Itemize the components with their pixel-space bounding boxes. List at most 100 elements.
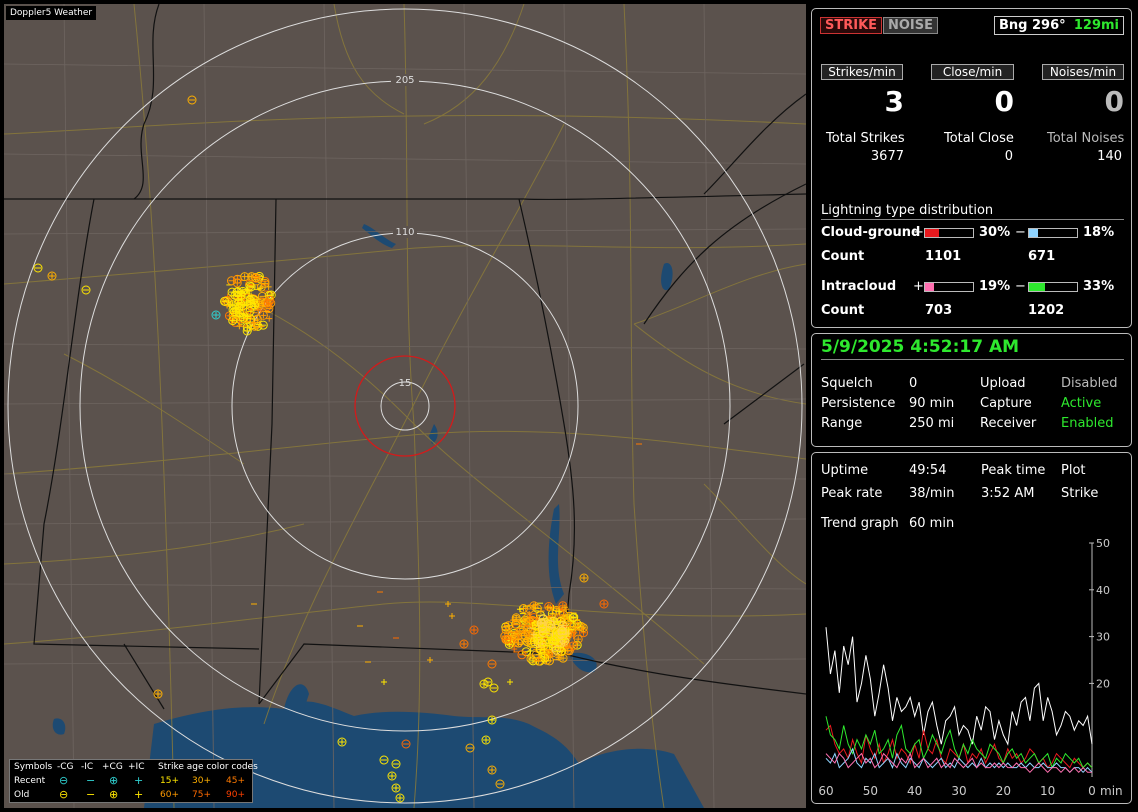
ic-minus-count: 1202 — [1028, 303, 1065, 318]
peak-time-label: Peak time — [981, 463, 1046, 478]
ring-label-15: 15 — [399, 378, 412, 389]
x-tick-label: 10 — [1040, 784, 1055, 798]
cg-plus-count: 1101 — [925, 249, 962, 264]
peak-rate-label: Peak rate — [821, 486, 883, 501]
bearing-value: Bng 296° — [999, 18, 1066, 33]
range-rings — [7, 8, 803, 804]
legend-age-75: 75+ — [192, 790, 211, 800]
noises-per-min-value: 0 — [1104, 85, 1124, 118]
x-tick-label: 40 — [907, 784, 922, 798]
peak-time-value: 3:52 AM — [981, 486, 1035, 501]
map-title: Doppler5 Weather — [6, 6, 97, 20]
x-tick-label: 20 — [996, 784, 1011, 798]
strike-marker — [241, 273, 248, 280]
receiver-value: Enabled — [1061, 416, 1114, 431]
strikes-per-min-button[interactable]: Strikes/min — [821, 64, 903, 80]
ic-plus-bar — [924, 282, 974, 292]
x-tick-label: 0 — [1088, 784, 1096, 798]
ic-plus-percent: 19% — [979, 279, 1011, 294]
strike-marker — [581, 575, 587, 581]
legend-old-neg-cg-icon: ⊖ — [59, 788, 69, 801]
lightning-map[interactable]: 205 110 15 Doppler5 Weather Symbols -CG … — [4, 4, 806, 808]
ic-minus-sign: − — [1015, 279, 1026, 294]
legend-age-45: 45+ — [226, 776, 245, 786]
cg-minus-count: 671 — [1028, 249, 1056, 264]
distribution-title: Lightning type distribution — [821, 203, 994, 218]
status-divider — [821, 359, 1124, 360]
cg-minus-bar — [1028, 228, 1078, 238]
intracloud-label: Intracloud — [821, 279, 897, 294]
strike-marker — [461, 641, 467, 647]
lake-water — [661, 263, 673, 291]
strike-stats-panel: STRIKE NOISE Bng 296° 129mi Strikes/min … — [811, 8, 1132, 328]
status-panel: 5/9/2025 4:52:17 AM Squelch 0 Upload Dis… — [811, 333, 1132, 447]
range-value: 250 mi — [909, 416, 955, 431]
close-per-min-value: 0 — [994, 85, 1014, 118]
distribution-divider — [821, 219, 1124, 220]
legend-row-old: Old — [14, 790, 30, 800]
cg-minus-sign: − — [1015, 225, 1026, 240]
total-noises-value: 140 — [1097, 149, 1122, 164]
total-strikes-value: 3677 — [870, 149, 904, 164]
legend-row-recent: Recent — [14, 776, 46, 786]
legend-header-pos-ic: +IC — [128, 762, 145, 772]
legend-header-neg-cg: -CG — [57, 762, 74, 772]
total-strikes-label: Total Strikes — [826, 131, 905, 146]
ic-minus-bar — [1028, 282, 1078, 292]
y-tick-label: 20 — [1096, 677, 1110, 690]
strike-marker — [515, 640, 522, 647]
cg-plus-sign: + — [913, 225, 924, 240]
capture-label: Capture — [980, 396, 1032, 411]
legend-age-30: 30+ — [192, 776, 211, 786]
squelch-label: Squelch — [821, 376, 873, 391]
total-close-value: 0 — [1004, 149, 1013, 164]
y-tick-label: 40 — [1096, 584, 1110, 597]
receiver-label: Receiver — [980, 416, 1037, 431]
legend-recent-pos-cg-icon: ⊕ — [109, 774, 119, 787]
cloud-ground-label: Cloud-ground — [821, 225, 921, 240]
x-tick-label: 60 — [818, 784, 833, 798]
ring-label-205: 205 — [395, 75, 414, 86]
cg-count-label: Count — [821, 249, 865, 264]
trend-graph-value: 60 min — [909, 516, 955, 531]
squelch-value: 0 — [909, 376, 918, 391]
persistence-label: Persistence — [821, 396, 896, 411]
strikes-per-min-value: 3 — [884, 85, 904, 118]
bearing-readout: Bng 296° 129mi — [994, 16, 1124, 35]
total-noises-label: Total Noises — [1047, 131, 1125, 146]
strike-marker — [507, 679, 513, 685]
strike-marker — [516, 606, 523, 613]
legend-old-pos-cg-icon: ⊕ — [109, 788, 119, 801]
upload-label: Upload — [980, 376, 1026, 391]
plot-label: Plot — [1061, 463, 1086, 478]
upload-value: Disabled — [1061, 376, 1118, 391]
legend-symbols-label: Symbols — [14, 762, 53, 772]
legend-old-neg-ic-icon: − — [86, 788, 96, 801]
legend-old-pos-ic-icon: + — [134, 788, 144, 801]
strike-marker — [449, 613, 455, 619]
legend-age-title: Strike age color codes — [158, 762, 258, 772]
strike-mode-button[interactable]: STRIKE — [820, 17, 883, 34]
map-canvas: 205 110 15 — [4, 4, 806, 808]
plot-value[interactable]: Strike — [1061, 486, 1098, 501]
legend-recent-pos-ic-icon: + — [134, 774, 144, 787]
trend-panel: Uptime 49:54 Peak time Plot Peak rate 38… — [811, 452, 1132, 804]
legend-age-60: 60+ — [160, 790, 179, 800]
y-tick-label: 30 — [1096, 631, 1110, 644]
cg-plus-bar — [924, 228, 974, 238]
noises-per-min-button[interactable]: Noises/min — [1042, 64, 1124, 80]
noise-mode-button[interactable]: NOISE — [883, 17, 939, 34]
cg-minus-percent: 18% — [1083, 225, 1115, 240]
legend-age-15: 15+ — [160, 776, 179, 786]
strike-marker — [544, 604, 551, 611]
legend-recent-neg-ic-icon: − — [86, 774, 96, 787]
legend-recent-neg-cg-icon: ⊖ — [59, 774, 69, 787]
strike-marker — [381, 679, 387, 685]
map-legend: Symbols -CG -IC +CG +IC Strike age color… — [9, 759, 258, 803]
uptime-label: Uptime — [821, 463, 869, 478]
current-datetime: 5/9/2025 4:52:17 AM — [821, 337, 1020, 357]
x-axis-label: min — [1100, 784, 1123, 798]
x-tick-label: 30 — [951, 784, 966, 798]
close-per-min-button[interactable]: Close/min — [931, 64, 1014, 80]
y-tick-label: 50 — [1096, 537, 1110, 550]
